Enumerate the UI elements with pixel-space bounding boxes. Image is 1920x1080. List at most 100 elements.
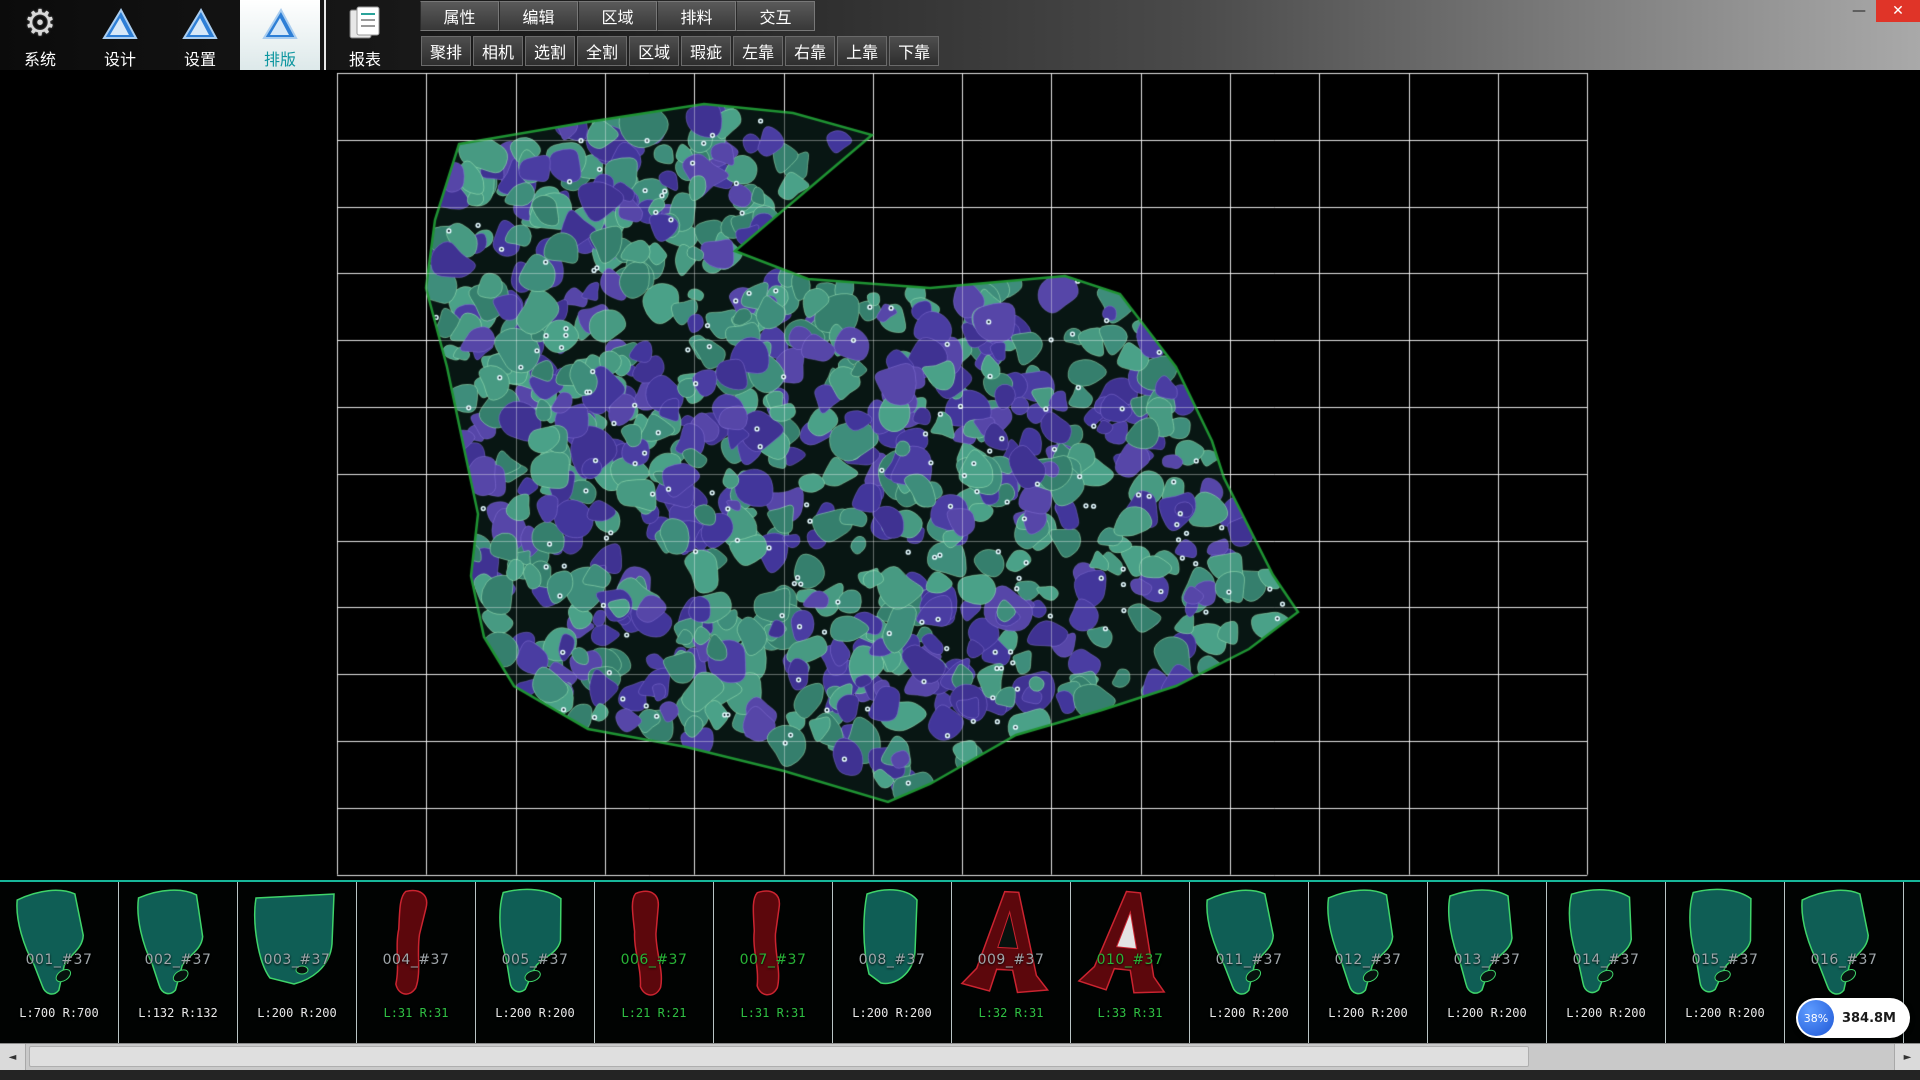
tool-button-camera[interactable]: 相机: [473, 36, 523, 66]
piece-label: 001_#37: [0, 952, 118, 968]
menu-tab-edit[interactable]: 编辑: [499, 1, 578, 31]
piece-cell-005_#37[interactable]: 005_#37 L:200 R:200: [476, 882, 595, 1043]
menu-tab-nesting[interactable]: 排料: [657, 1, 736, 31]
scrollbar-thumb[interactable]: [29, 1046, 1529, 1067]
set-square-icon: [180, 2, 220, 46]
piece-label: 009_#37: [952, 952, 1070, 968]
piece-lr-count: L:200 R:200: [476, 1006, 594, 1020]
menu-tab-region[interactable]: 区域: [578, 1, 657, 31]
main-nav: ⚙系统设计设置排版报表: [0, 0, 404, 70]
set-square-icon: [100, 2, 140, 46]
piece-cell-003_#37[interactable]: 003_#37 L:200 R:200: [238, 882, 357, 1043]
piece-thumbnail: [4, 884, 112, 1004]
piece-label: 005_#37: [476, 952, 594, 968]
piece-thumbnail: [956, 884, 1064, 1004]
piece-thumbnail: [361, 884, 469, 1004]
piece-lr-count: L:200 R:200: [238, 1006, 356, 1020]
scroll-right-button[interactable]: ►: [1894, 1044, 1920, 1070]
piece-label: 013_#37: [1428, 952, 1546, 968]
piece-label: 007_#37: [714, 952, 832, 968]
nav-button-settings[interactable]: 设置: [160, 0, 240, 70]
piece-lr-count: L:21 R:21: [595, 1006, 713, 1020]
piece-label: 014_#37: [1547, 952, 1665, 968]
close-button[interactable]: ✕: [1876, 0, 1920, 22]
piece-thumbnail: [837, 884, 945, 1004]
nesting-viewport: [0, 70, 1920, 880]
scroll-left-button[interactable]: ◄: [0, 1044, 26, 1070]
piece-lr-count: L:33 R:31: [1071, 1006, 1189, 1020]
piece-thumbnail: [1194, 884, 1302, 1004]
piece-cell-004_#37[interactable]: 004_#37L:31 R:31: [357, 882, 476, 1043]
menu-column: 属性编辑区域排料交互 聚排相机选割全割区域瑕疵左靠右靠上靠下靠: [420, 0, 940, 70]
piece-thumbnail: [718, 884, 826, 1004]
gear-icon: ⚙: [24, 2, 56, 46]
piece-label: 012_#37: [1309, 952, 1427, 968]
tool-button-snap-down[interactable]: 下靠: [889, 36, 939, 66]
piece-label: 003_#37: [238, 952, 356, 968]
piece-cell-009_#37[interactable]: 009_#37 L:32 R:31: [952, 882, 1071, 1043]
piece-label: 015_#37: [1666, 952, 1784, 968]
piece-lr-count: L:200 R:200: [833, 1006, 951, 1020]
piece-cell-007_#37[interactable]: 007_#37 L:31 R:31: [714, 882, 833, 1043]
piece-cell-015_#37[interactable]: 015_#37L:200 R:200: [1666, 882, 1785, 1043]
piece-lr-count: L:200 R:200: [1190, 1006, 1308, 1020]
piece-thumbnail: [1670, 884, 1778, 1004]
piece-lr-count: L:200 R:200: [1309, 1006, 1427, 1020]
tool-button-select-cut[interactable]: 选割: [525, 36, 575, 66]
app-window: ⚙系统设计设置排版报表 属性编辑区域排料交互 聚排相机选割全割区域瑕疵左靠右靠上…: [0, 0, 1920, 1080]
nesting-canvas[interactable]: [0, 70, 1920, 880]
piece-label: 002_#37: [119, 952, 237, 968]
piece-thumbnail: [599, 884, 707, 1004]
menu-tab-interact[interactable]: 交互: [736, 1, 815, 31]
piece-label: 016_#37: [1785, 952, 1903, 968]
top-toolbar: ⚙系统设计设置排版报表 属性编辑区域排料交互 聚排相机选割全割区域瑕疵左靠右靠上…: [0, 0, 1920, 70]
piece-label: 008_#37: [833, 952, 951, 968]
nav-button-label: 设置: [184, 46, 216, 70]
piece-cell-012_#37[interactable]: 012_#37 L:200 R:200: [1309, 882, 1428, 1043]
nav-button-label: 报表: [349, 46, 381, 70]
nav-button-system[interactable]: ⚙系统: [0, 0, 80, 70]
piece-lr-count: L:132 R:132: [119, 1006, 237, 1020]
window-footer: [0, 1070, 1920, 1080]
piece-thumbnail: [242, 884, 350, 1004]
piece-thumbnail: [1551, 884, 1659, 1004]
tool-button-snap-right[interactable]: 右靠: [785, 36, 835, 66]
tool-button-defect[interactable]: 瑕疵: [681, 36, 731, 66]
pieces-panel: 001_#37L:700 R:700002_#37L:132 R:132003_…: [0, 880, 1920, 1044]
nav-button-label: 设计: [104, 46, 136, 70]
nav-button-label: 系统: [24, 46, 56, 70]
piece-lr-count: L:700 R:700: [0, 1006, 118, 1020]
piece-cell-008_#37[interactable]: 008_#37 L:200 R:200: [833, 882, 952, 1043]
tool-buttons-row: 聚排相机选割全割区域瑕疵左靠右靠上靠下靠: [420, 32, 940, 70]
tool-button-zone[interactable]: 区域: [629, 36, 679, 66]
nav-button-report[interactable]: 报表: [324, 0, 404, 70]
piece-label: 006_#37: [595, 952, 713, 968]
piece-lr-count: L:200 R:200: [1547, 1006, 1665, 1020]
set-square-icon: [260, 2, 300, 46]
minimize-button[interactable]: —: [1842, 0, 1876, 22]
piece-thumbnail: [1432, 884, 1540, 1004]
nav-button-label: 排版: [264, 46, 296, 70]
tool-button-snap-left[interactable]: 左靠: [733, 36, 783, 66]
tool-button-cut-all[interactable]: 全割: [577, 36, 627, 66]
utilization-percent: 38%: [1798, 1000, 1834, 1036]
nav-button-design[interactable]: 设计: [80, 0, 160, 70]
piece-lr-count: L:31 R:31: [714, 1006, 832, 1020]
piece-cell-010_#37[interactable]: 010_#37 L:33 R:31: [1071, 882, 1190, 1043]
piece-cell-006_#37[interactable]: 006_#37 L:21 R:21: [595, 882, 714, 1043]
nav-button-layout[interactable]: 排版: [240, 0, 320, 70]
piece-cell-002_#37[interactable]: 002_#37 L:132 R:132: [119, 882, 238, 1043]
scrollbar-track[interactable]: [26, 1044, 1894, 1070]
piece-thumbnail: [480, 884, 588, 1004]
piece-cell-001_#37[interactable]: 001_#37 L:700 R:700: [0, 882, 119, 1043]
piece-thumbnail: [1075, 884, 1183, 1004]
piece-label: 010_#37: [1071, 952, 1189, 968]
menu-tab-properties[interactable]: 属性: [420, 1, 499, 31]
horizontal-scrollbar[interactable]: ◄ ►: [0, 1044, 1920, 1070]
piece-cell-011_#37[interactable]: 011_#37L:200 R:200: [1190, 882, 1309, 1043]
piece-cell-014_#37[interactable]: 014_#37 L:200 R:200: [1547, 882, 1666, 1043]
piece-cell-013_#37[interactable]: 013_#37L:200 R:200: [1428, 882, 1547, 1043]
piece-lr-count: L:32 R:31: [952, 1006, 1070, 1020]
tool-button-cluster-nest[interactable]: 聚排: [421, 36, 471, 66]
tool-button-snap-up[interactable]: 上靠: [837, 36, 887, 66]
